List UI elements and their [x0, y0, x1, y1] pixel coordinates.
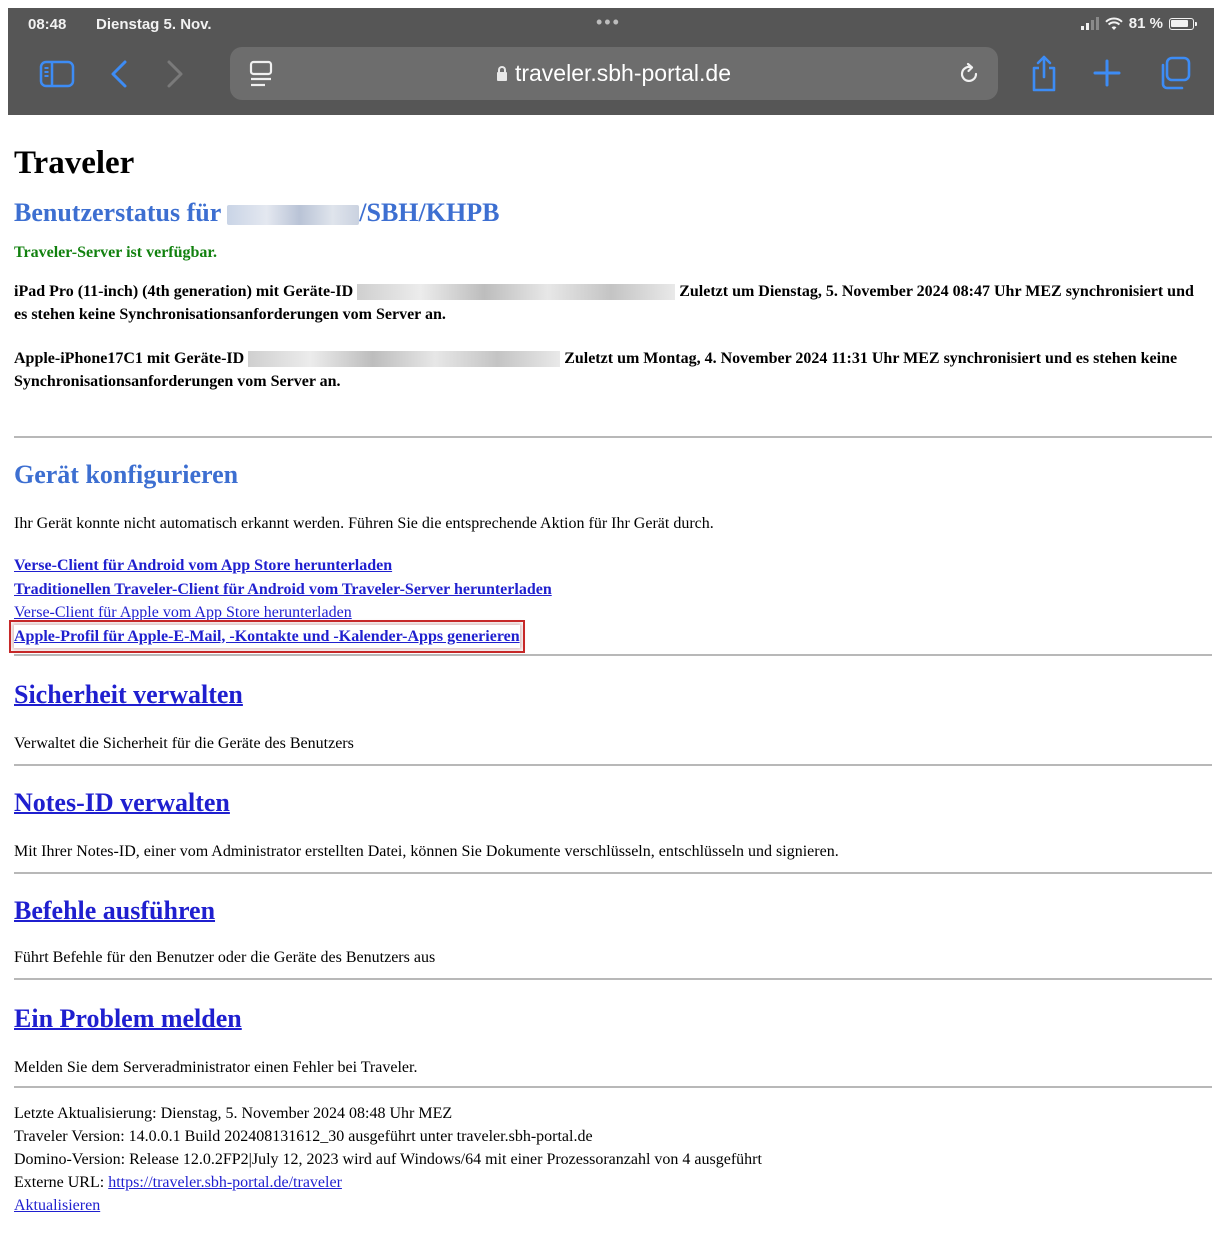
refresh-line: Aktualisieren — [14, 1194, 762, 1217]
url-text[interactable]: traveler.sbh-portal.de — [230, 60, 998, 87]
url-value: traveler.sbh-portal.de — [514, 60, 732, 86]
tabs-icon[interactable] — [1154, 54, 1194, 92]
browser-chrome: 08:48 Dienstag 5. Nov. ••• 81 % traveler… — [8, 8, 1214, 115]
commands-description: Führt Befehle für den Benutzer oder die … — [14, 949, 436, 966]
manage-notes-id-link[interactable]: Notes-ID verwalten — [14, 788, 230, 817]
divider — [14, 978, 1212, 980]
configure-description: Ihr Gerät konnte nicht automatisch erkan… — [14, 515, 714, 532]
last-update: Letzte Aktualisierung: Dienstag, 5. Nove… — [14, 1105, 453, 1122]
multitasking-dots-icon[interactable]: ••• — [596, 12, 621, 33]
divider — [14, 764, 1212, 766]
link-traveler-android[interactable]: Traditionellen Traveler-Client für Andro… — [14, 578, 552, 602]
status-time: 08:48 — [28, 16, 67, 33]
refresh-link[interactable]: Aktualisieren — [14, 1197, 100, 1214]
external-url-link[interactable]: https://traveler.sbh-portal.de/traveler — [108, 1174, 342, 1191]
page-content: Traveler Benutzerstatus für /SBH/KHPB Tr… — [9, 140, 1212, 1214]
external-url-line: Externe URL: https://traveler.sbh-portal… — [14, 1171, 762, 1194]
server-status: Traveler-Server ist verfügbar. — [14, 244, 218, 261]
battery-percent: 81 % — [1128, 15, 1163, 32]
domino-version: Domino-Version: Release 12.0.2FP2|July 1… — [14, 1151, 762, 1168]
report-problem-link[interactable]: Ein Problem melden — [14, 1004, 242, 1033]
problem-description: Melden Sie dem Serveradministrator einen… — [14, 1059, 418, 1076]
link-verse-apple[interactable]: Verse-Client für Apple vom App Store her… — [14, 601, 352, 625]
plus-icon[interactable] — [1090, 56, 1124, 90]
address-bar[interactable]: traveler.sbh-portal.de — [230, 47, 998, 100]
forward-icon[interactable] — [162, 58, 188, 90]
traveler-version: Traveler Version: 14.0.0.1 Build 2024081… — [14, 1128, 593, 1145]
redacted-device-id — [357, 284, 676, 301]
reload-icon[interactable] — [954, 59, 984, 89]
device-iphone-prefix: Apple-iPhone17C1 mit Geräte-ID — [14, 350, 249, 367]
page-title: Traveler — [14, 145, 135, 181]
sidebar-icon[interactable] — [38, 58, 76, 90]
notes-id-description: Mit Ihrer Notes-ID, einer vom Administra… — [14, 843, 839, 860]
commands-heading: Befehle ausführen — [14, 894, 215, 928]
divider — [14, 1086, 1212, 1088]
device-iphone-status: Apple-iPhone17C1 mit Geräte-ID Zuletzt u… — [14, 347, 1200, 393]
divider — [14, 436, 1212, 438]
user-status-suffix: /SBH/KHPB — [359, 198, 500, 227]
user-status-prefix: Benutzerstatus für — [14, 198, 228, 227]
link-verse-android[interactable]: Verse-Client für Android vom App Store h… — [14, 554, 392, 578]
link-apple-profile[interactable]: Apple-Profil für Apple-E-Mail, -Kontakte… — [9, 619, 525, 653]
signal-icon — [1080, 17, 1099, 30]
battery-icon — [1169, 17, 1197, 30]
status-date: Dienstag 5. Nov. — [96, 16, 212, 33]
device-ipad-status: iPad Pro (11-inch) (4th generation) mit … — [14, 280, 1200, 326]
redacted-device-id — [248, 351, 561, 368]
status-bar: 08:48 Dienstag 5. Nov. ••• 81 % — [8, 8, 1214, 40]
configure-links: Verse-Client für Android vom App Store h… — [9, 554, 552, 653]
security-heading: Sicherheit verwalten — [14, 678, 243, 712]
device-ipad-prefix: iPad Pro (11-inch) (4th generation) mit … — [14, 283, 358, 300]
problem-heading: Ein Problem melden — [14, 1002, 242, 1036]
wifi-icon — [1105, 17, 1123, 30]
footer: Letzte Aktualisierung: Dienstag, 5. Nove… — [14, 1102, 762, 1217]
notes-id-heading: Notes-ID verwalten — [14, 786, 230, 820]
back-icon[interactable] — [106, 58, 132, 90]
share-icon[interactable] — [1026, 52, 1062, 94]
external-url-label: Externe URL: — [14, 1174, 109, 1191]
user-status-heading: Benutzerstatus für /SBH/KHPB — [14, 196, 1200, 230]
lock-icon — [496, 66, 507, 81]
manage-security-link[interactable]: Sicherheit verwalten — [14, 680, 243, 709]
divider — [14, 872, 1212, 874]
configure-heading: Gerät konfigurieren — [14, 460, 239, 489]
run-commands-link[interactable]: Befehle ausführen — [14, 896, 215, 925]
security-description: Verwaltet die Sicherheit für die Geräte … — [14, 735, 354, 752]
divider — [14, 654, 1212, 656]
redacted-username — [227, 205, 360, 226]
